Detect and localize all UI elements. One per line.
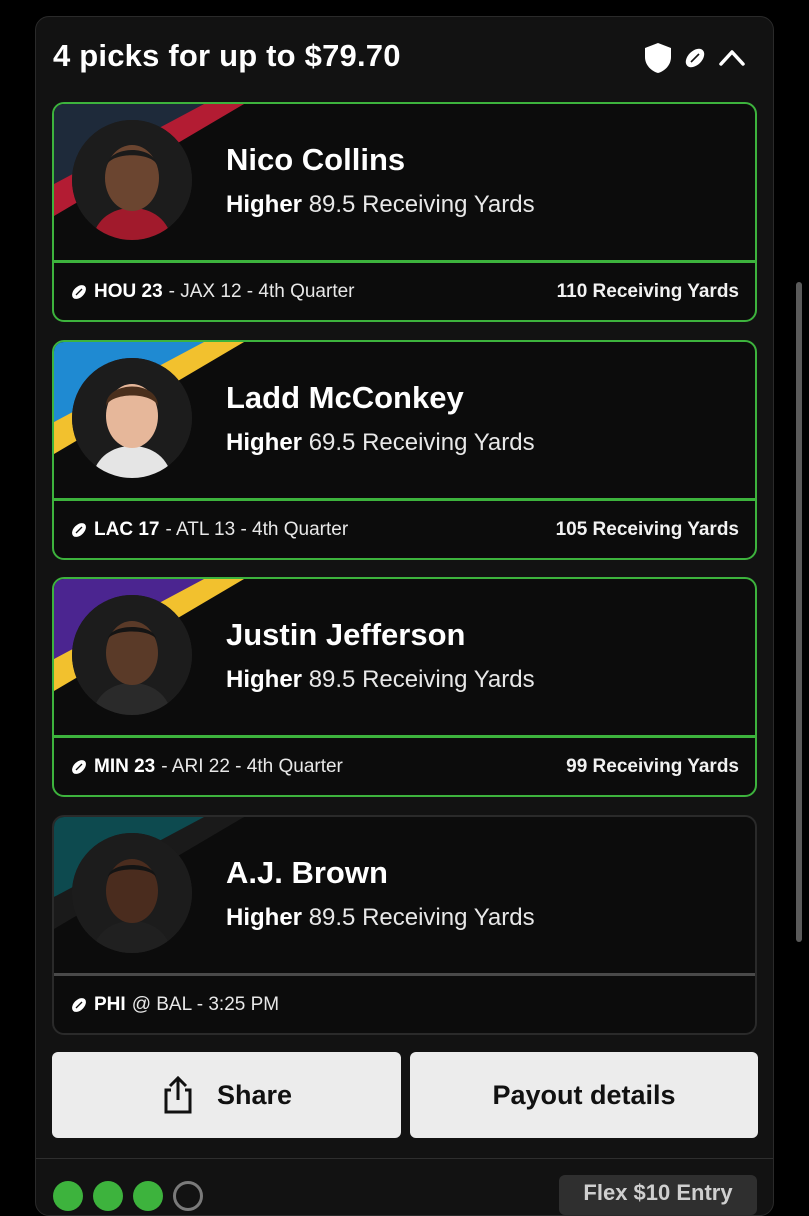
entry-badge: Flex $10 Entry	[559, 1175, 757, 1215]
football-icon	[72, 759, 86, 774]
share-button[interactable]: Share	[52, 1052, 401, 1138]
payout-details-label: Payout details	[492, 1079, 676, 1110]
pick-direction: Higher	[226, 429, 303, 456]
leg-status-row	[53, 1181, 203, 1211]
football-icon	[72, 522, 86, 537]
game-status: LAC 17 - ATL 13 - 4th Quarter	[70, 519, 348, 541]
leg-won-indicator	[133, 1181, 163, 1211]
pick-card[interactable]: Justin Jefferson Higher 89.5 Receiving Y…	[52, 577, 757, 797]
game-detail: - ARI 22 - 4th Quarter	[161, 755, 343, 777]
team-score: PHI	[94, 993, 126, 1015]
leg-won-indicator	[93, 1181, 123, 1211]
team-score: MIN 23	[94, 755, 156, 777]
pick-card[interactable]: A.J. Brown Higher 89.5 Receiving Yards P…	[52, 815, 757, 1035]
player-name: Justin Jefferson	[226, 617, 466, 652]
share-icon	[164, 1075, 192, 1114]
pick-direction: Higher	[226, 904, 303, 931]
shield-icon	[645, 43, 671, 73]
footer-divider	[36, 1158, 773, 1159]
game-detail: - ATL 13 - 4th Quarter	[165, 518, 349, 540]
player-name: Nico Collins	[226, 142, 406, 177]
pick-stat-line: 89.5 Receiving Yards	[308, 191, 535, 218]
pick-stat-line: 89.5 Receiving Yards	[308, 904, 535, 931]
scrollbar[interactable]	[796, 282, 802, 942]
page-title: 4 picks for up to $79.70	[53, 38, 401, 73]
football-icon	[72, 284, 86, 299]
team-score: HOU 23	[94, 280, 163, 302]
game-status: MIN 23 - ARI 22 - 4th Quarter	[70, 756, 343, 778]
team-score: LAC 17	[94, 518, 160, 540]
pick-line: Higher 89.5 Receiving Yards	[226, 904, 535, 932]
player-avatar	[72, 595, 192, 715]
player-name: Ladd McConkey	[226, 380, 464, 415]
game-status: HOU 23 - JAX 12 - 4th Quarter	[70, 281, 355, 303]
pick-direction: Higher	[226, 191, 303, 218]
payout-details-button[interactable]: Payout details	[410, 1052, 758, 1138]
pick-line: Higher 89.5 Receiving Yards	[226, 191, 535, 219]
pick-line: Higher 69.5 Receiving Yards	[226, 429, 535, 457]
chevron-up-icon[interactable]	[717, 43, 747, 73]
player-avatar	[72, 833, 192, 953]
pick-stat-line: 69.5 Receiving Yards	[308, 429, 535, 456]
player-avatar	[72, 120, 192, 240]
stat-result: 105 Receiving Yards	[555, 518, 739, 540]
stat-result: 110 Receiving Yards	[556, 280, 739, 302]
pick-stat-line: 89.5 Receiving Yards	[308, 666, 535, 693]
header-icons	[643, 42, 747, 74]
leg-pending-indicator	[173, 1181, 203, 1211]
share-label: Share	[216, 1079, 293, 1110]
football-icon	[685, 48, 705, 68]
stat-result: 99 Receiving Yards	[566, 755, 739, 777]
player-name: A.J. Brown	[226, 855, 388, 890]
game-detail: - JAX 12 - 4th Quarter	[168, 280, 355, 302]
pick-card[interactable]: Nico Collins Higher 89.5 Receiving Yards…	[52, 102, 757, 322]
game-detail: @ BAL - 3:25 PM	[131, 993, 280, 1015]
pick-line: Higher 89.5 Receiving Yards	[226, 666, 535, 694]
pick-direction: Higher	[226, 666, 303, 693]
football-icon	[72, 997, 86, 1012]
pick-card[interactable]: Ladd McConkey Higher 69.5 Receiving Yard…	[52, 340, 757, 560]
game-status: PHI @ BAL - 3:25 PM	[70, 994, 279, 1016]
player-avatar	[72, 358, 192, 478]
leg-won-indicator	[53, 1181, 83, 1211]
